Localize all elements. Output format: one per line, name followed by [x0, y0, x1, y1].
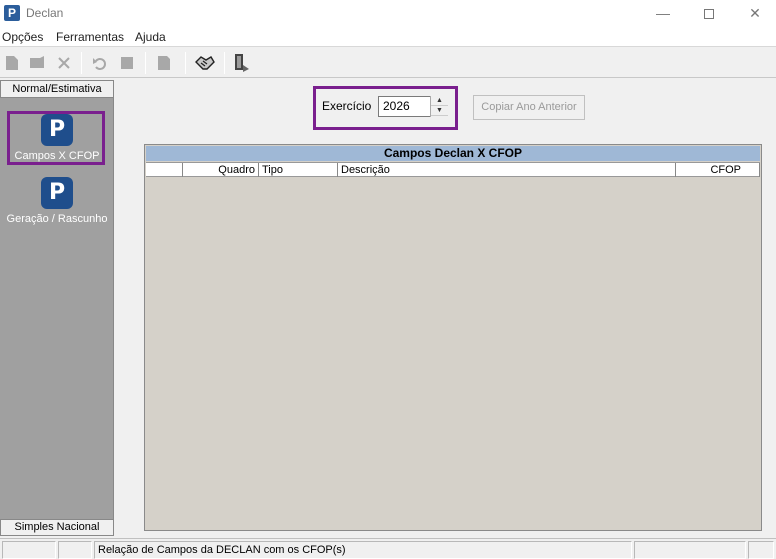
new-icon[interactable]	[2, 53, 22, 73]
toolbar-separator	[224, 52, 225, 74]
column-tipo[interactable]: Tipo	[259, 163, 338, 177]
sidebar-item-label: Geração / Rascunho	[6, 213, 108, 225]
exercicio-label: Exercício	[322, 99, 372, 113]
exercicio-spinner[interactable]: ▲ ▼	[430, 96, 448, 117]
status-bar: Relação de Campos da DECLAN com os CFOP(…	[0, 538, 776, 559]
sidebar-header[interactable]: Normal/Estimativa	[0, 80, 114, 98]
selection-highlight	[7, 111, 105, 165]
delete-icon[interactable]	[54, 53, 74, 73]
sidebar: Normal/Estimativa P Campos X CFOP P Gera…	[0, 80, 114, 536]
title-bar: P Declan — ✕	[0, 0, 776, 27]
column-cfop[interactable]: CFOP	[676, 163, 760, 177]
main-panel: Exercício 2026 ▲ ▼ Copiar Ano Anterior C…	[118, 80, 776, 536]
grid-title: Campos Declan X CFOP	[146, 146, 760, 161]
exit-icon[interactable]	[231, 53, 251, 73]
save-icon[interactable]	[117, 53, 137, 73]
declan-p-icon: P	[41, 177, 73, 209]
status-cell	[58, 541, 92, 559]
toolbar-separator	[185, 52, 186, 74]
undo-icon[interactable]	[90, 53, 110, 73]
close-button[interactable]: ✕	[732, 0, 776, 27]
minimize-button[interactable]: —	[640, 0, 686, 27]
sidebar-item-geracao-rascunho[interactable]: P Geração / Rascunho	[0, 177, 114, 225]
toolbar-separator	[81, 52, 82, 74]
toolbar-separator	[145, 52, 146, 74]
status-cell	[748, 541, 774, 559]
spin-up-icon[interactable]: ▲	[431, 96, 448, 106]
status-cell	[2, 541, 56, 559]
app-icon: P	[4, 5, 20, 21]
copy-previous-year-button[interactable]: Copiar Ano Anterior	[473, 95, 585, 120]
menu-ajuda[interactable]: Ajuda	[135, 30, 166, 44]
print-icon[interactable]	[154, 53, 174, 73]
grid-indicator-column	[146, 163, 183, 177]
status-message: Relação de Campos da DECLAN com os CFOP(…	[94, 541, 632, 559]
campos-grid[interactable]: Campos Declan X CFOP Quadro Tipo Descriç…	[144, 144, 762, 531]
menu-ferramentas[interactable]: Ferramentas	[56, 30, 124, 44]
edit-icon[interactable]	[27, 53, 47, 73]
column-descricao[interactable]: Descrição	[338, 163, 676, 177]
maximize-icon	[704, 9, 714, 20]
maximize-button[interactable]	[686, 0, 732, 27]
handshake-icon[interactable]	[195, 53, 215, 73]
grid-header-row: Quadro Tipo Descrição CFOP	[146, 162, 760, 177]
window-title: Declan	[26, 6, 64, 20]
menu-bar: Opções Ferramentas Ajuda	[0, 27, 776, 47]
column-quadro[interactable]: Quadro	[183, 163, 259, 177]
spin-down-icon[interactable]: ▼	[431, 106, 448, 116]
menu-opcoes[interactable]: Opções	[2, 30, 43, 44]
sidebar-footer[interactable]: Simples Nacional	[0, 519, 114, 536]
status-cell	[634, 541, 746, 559]
toolbar	[0, 48, 776, 78]
